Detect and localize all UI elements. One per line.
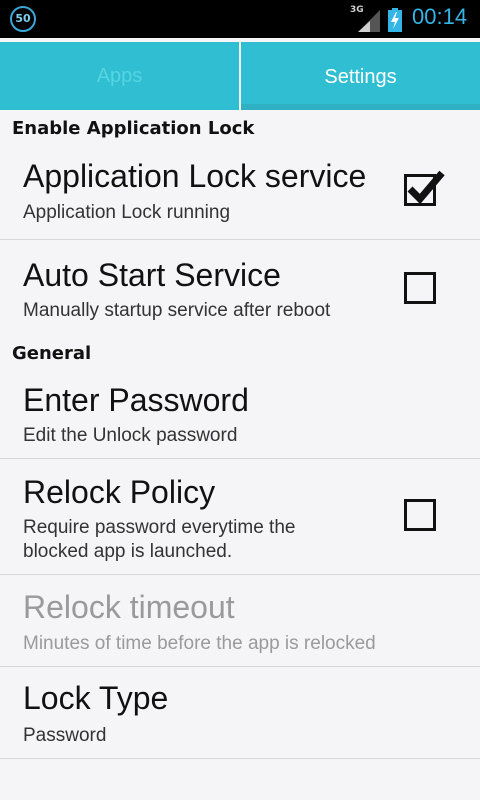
battery-charging-icon <box>388 8 402 32</box>
pref-summary: Manually startup service after reboot <box>23 300 331 321</box>
pref-title: Relock timeout <box>23 589 235 625</box>
notification-badge-icon: 50 <box>10 6 36 32</box>
pref-summary: Application Lock running <box>23 202 231 223</box>
signal-strength-icon <box>358 10 380 32</box>
section-header-general: General <box>12 343 92 364</box>
tab-apps[interactable]: Apps <box>0 42 239 110</box>
pref-title: Application Lock service <box>23 158 367 194</box>
tab-bar: Apps Settings <box>0 42 480 110</box>
pref-relock-timeout: Relock timeout Minutes of time before th… <box>0 575 480 666</box>
pref-relock-policy[interactable]: Relock Policy Require password everytime… <box>0 459 480 574</box>
pref-title: Lock Type <box>23 680 169 716</box>
pref-lock-type[interactable]: Lock Type Password <box>0 667 480 758</box>
tab-settings[interactable]: Settings <box>241 42 480 110</box>
section-header-enable-lock: Enable Application Lock <box>12 118 255 139</box>
pref-summary-line-2: blocked app is launched. <box>23 541 233 562</box>
pref-title: Auto Start Service <box>23 257 281 293</box>
clock: 00:14 <box>412 4 468 29</box>
pref-summary-line-1: Require password everytime the <box>23 517 296 538</box>
pref-title: Enter Password <box>23 382 249 418</box>
app-lock-service-checkbox[interactable] <box>404 170 445 206</box>
pref-app-lock-service[interactable]: Application Lock service Application Loc… <box>0 150 480 240</box>
divider <box>0 758 480 759</box>
pref-summary: Minutes of time before the app is relock… <box>23 633 376 654</box>
auto-start-checkbox[interactable] <box>404 272 436 304</box>
pref-summary: Password <box>23 725 107 746</box>
pref-enter-password[interactable]: Enter Password Edit the Unlock password <box>0 372 480 458</box>
checkmark-icon <box>407 170 445 205</box>
status-bar: 50 3G 00:14 <box>0 0 480 38</box>
pref-title: Relock Policy <box>23 474 216 510</box>
relock-policy-checkbox[interactable] <box>404 499 436 531</box>
pref-auto-start[interactable]: Auto Start Service Manually startup serv… <box>0 240 480 337</box>
pref-summary: Edit the Unlock password <box>23 425 238 446</box>
